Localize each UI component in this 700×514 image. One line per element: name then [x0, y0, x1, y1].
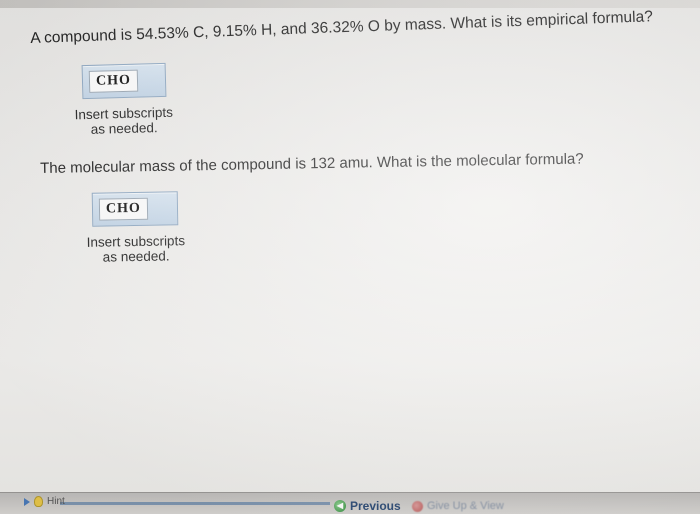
- previous-label: Previous: [350, 499, 401, 513]
- toolbar-divider-line: [60, 502, 330, 505]
- question-2-hint-line-2: as needed.: [102, 248, 170, 265]
- question-1-hint: Insert subscripts as needed.: [64, 104, 185, 137]
- previous-arrow-icon: ◀: [334, 500, 346, 512]
- previous-button[interactable]: ◀ Previous: [334, 499, 401, 513]
- question-2-hint-line-1: Insert subscripts: [86, 233, 186, 250]
- hint-label: Hint: [47, 496, 65, 507]
- hint-button[interactable]: Hint: [24, 496, 65, 507]
- question-1-hint-line-2: as needed.: [90, 120, 158, 137]
- empirical-formula-answer-field[interactable]: CHO: [81, 62, 167, 100]
- molecular-formula-value: CHO: [98, 197, 149, 221]
- question-1-hint-line-1: Insert subscripts: [74, 104, 174, 123]
- give-up-button[interactable]: Give Up & View: [412, 500, 504, 512]
- give-up-label: Give Up & View: [427, 500, 504, 512]
- top-strip: [0, 0, 700, 8]
- molecular-formula-answer-field[interactable]: CHO: [91, 191, 179, 227]
- screen: A compound is 54.53% C, 9.15% H, and 36.…: [0, 0, 700, 514]
- question-2-text: The molecular mass of the compound is 13…: [40, 150, 584, 177]
- question-1-text: A compound is 54.53% C, 9.15% H, and 36.…: [30, 8, 654, 47]
- lightbulb-icon: [34, 496, 43, 507]
- question-2-hint: Insert subscripts as needed.: [76, 233, 197, 265]
- empirical-formula-value: CHO: [88, 69, 139, 93]
- give-up-icon: [412, 500, 423, 512]
- play-icon: [24, 497, 30, 506]
